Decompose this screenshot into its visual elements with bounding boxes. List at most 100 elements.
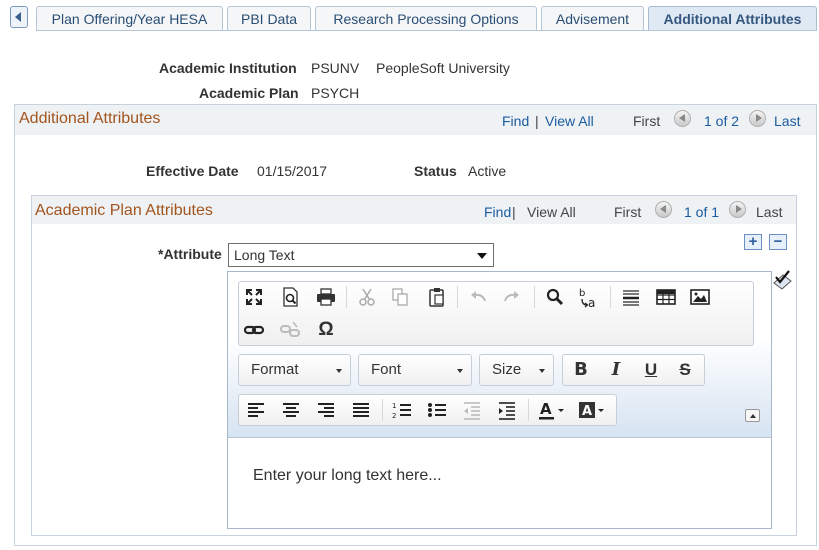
background-color-icon[interactable]: A (577, 399, 607, 421)
plan-nav-separator: | (512, 204, 516, 220)
chevron-down-icon (539, 369, 545, 373)
spell-check-icon[interactable] (771, 269, 793, 291)
additional-attributes-header: Additional Attributes Find | View All Fi… (15, 105, 816, 135)
toolbar-separator (457, 286, 458, 308)
effective-date-label: Effective Date (146, 163, 239, 179)
underline-button[interactable]: U (640, 359, 662, 381)
chevron-down-icon (336, 369, 342, 373)
toolbar-group-basic-styles: B I U S (562, 354, 705, 386)
preview-icon[interactable] (279, 286, 301, 308)
cut-icon[interactable] (356, 286, 378, 308)
replace-icon[interactable]: b a (578, 286, 600, 310)
increase-indent-icon[interactable] (496, 399, 518, 421)
status-value: Active (468, 163, 507, 179)
redo-icon[interactable] (501, 286, 523, 308)
academic-plan-label: Academic Plan (199, 85, 299, 101)
toolbar-separator (346, 286, 347, 308)
plan-previous-row-icon[interactable] (655, 201, 672, 218)
find-icon[interactable] (544, 286, 566, 308)
tab-plan-offering-year-hesa[interactable]: Plan Offering/Year HESA (36, 6, 223, 31)
toolbar-group-paragraph: 12 A A (238, 394, 617, 426)
bold-button[interactable]: B (570, 359, 592, 381)
special-character-icon[interactable]: Ω (315, 319, 337, 341)
horizontal-line-icon[interactable] (620, 286, 642, 308)
align-left-icon[interactable] (245, 399, 267, 421)
view-all-link[interactable]: View All (545, 113, 594, 129)
svg-text:b: b (579, 288, 585, 299)
effective-date-value: 01/15/2017 (257, 163, 328, 179)
delete-row-button[interactable]: − (769, 234, 787, 250)
italic-button[interactable]: I (605, 359, 627, 381)
unlink-icon[interactable] (279, 319, 301, 341)
nav-separator: | (535, 113, 539, 129)
svg-text:1: 1 (392, 402, 396, 410)
toolbar-separator (534, 286, 535, 308)
attribute-select[interactable]: Long Text (228, 243, 494, 267)
next-row-icon[interactable] (749, 110, 766, 127)
plan-row-counter: 1 of 1 (684, 204, 720, 220)
previous-row-icon[interactable] (674, 110, 691, 127)
svg-text:a: a (588, 296, 595, 310)
toolbar-separator (382, 399, 383, 421)
image-icon[interactable] (689, 286, 711, 308)
text-color-icon[interactable]: A (537, 399, 567, 421)
academic-plan-attributes-title: Academic Plan Attributes (35, 202, 213, 219)
tab-pbi-data[interactable]: PBI Data (227, 6, 311, 31)
print-icon[interactable] (315, 286, 337, 308)
row-counter: 1 of 2 (704, 113, 740, 129)
decrease-indent-icon[interactable] (461, 399, 483, 421)
editor-content-area[interactable]: Enter your long text here... (228, 439, 771, 528)
align-right-icon[interactable] (315, 399, 337, 421)
tab-research-processing-options[interactable]: Research Processing Options (315, 6, 537, 31)
tab-divider (36, 30, 817, 31)
strikethrough-button[interactable]: S (674, 359, 696, 381)
size-dropdown[interactable]: Size (479, 354, 554, 386)
svg-text:A: A (540, 400, 552, 418)
format-dropdown[interactable]: Format (238, 354, 351, 386)
plan-last-label: Last (756, 204, 783, 220)
chevron-down-icon (457, 369, 463, 373)
chevron-down-icon (477, 253, 487, 259)
format-dropdown-label: Format (251, 361, 299, 378)
find-link[interactable]: Find (502, 113, 529, 129)
collapse-toolbar-button[interactable] (745, 409, 760, 422)
maximize-icon[interactable] (243, 286, 265, 308)
editor-toolbar: b a Ω Format Font Size B I U S 1 2 A A (228, 272, 771, 438)
paste-icon[interactable] (426, 286, 448, 308)
bulleted-list-icon[interactable] (426, 399, 448, 421)
undo-icon[interactable] (467, 286, 489, 308)
numbered-list-icon[interactable]: 12 (391, 399, 413, 421)
svg-text:2: 2 (392, 412, 396, 420)
copy-icon[interactable] (389, 286, 411, 308)
toolbar-separator (528, 399, 529, 421)
attribute-select-value: Long Text (234, 247, 295, 263)
plan-next-row-icon[interactable] (729, 201, 746, 218)
tab-additional-attributes[interactable]: Additional Attributes (648, 6, 817, 31)
academic-plan-code: PSYCH (311, 85, 360, 101)
first-label: First (633, 113, 661, 129)
attribute-label: *Attribute (158, 246, 222, 262)
toolbar-separator (610, 286, 611, 308)
size-dropdown-label: Size (492, 361, 522, 378)
svg-text:A: A (582, 404, 592, 419)
align-center-icon[interactable] (280, 399, 302, 421)
editor-placeholder-text: Enter your long text here... (253, 467, 442, 484)
additional-attributes-title: Additional Attributes (19, 110, 161, 127)
font-dropdown-label: Font (371, 361, 402, 378)
tab-scroll-left-button[interactable] (10, 6, 28, 28)
academic-institution-name: PeopleSoft University (376, 60, 510, 76)
plan-view-all: View All (527, 204, 576, 220)
link-icon[interactable] (243, 319, 265, 341)
table-icon[interactable] (655, 286, 677, 308)
plan-first-label: First (614, 204, 642, 220)
justify-icon[interactable] (350, 399, 372, 421)
toolbar-group-document: b a Ω (238, 281, 754, 346)
academic-institution-code: PSUNV (311, 60, 360, 76)
font-dropdown[interactable]: Font (358, 354, 472, 386)
academic-plan-attributes-header: Academic Plan Attributes Find | View All… (32, 196, 796, 224)
plan-find-link[interactable]: Find (484, 204, 511, 220)
tab-advisement[interactable]: Advisement (541, 6, 644, 31)
add-row-button[interactable]: + (744, 234, 762, 250)
long-text-editor: b a Ω Format Font Size B I U S 1 2 A A E… (227, 271, 772, 529)
last-link[interactable]: Last (774, 113, 800, 129)
